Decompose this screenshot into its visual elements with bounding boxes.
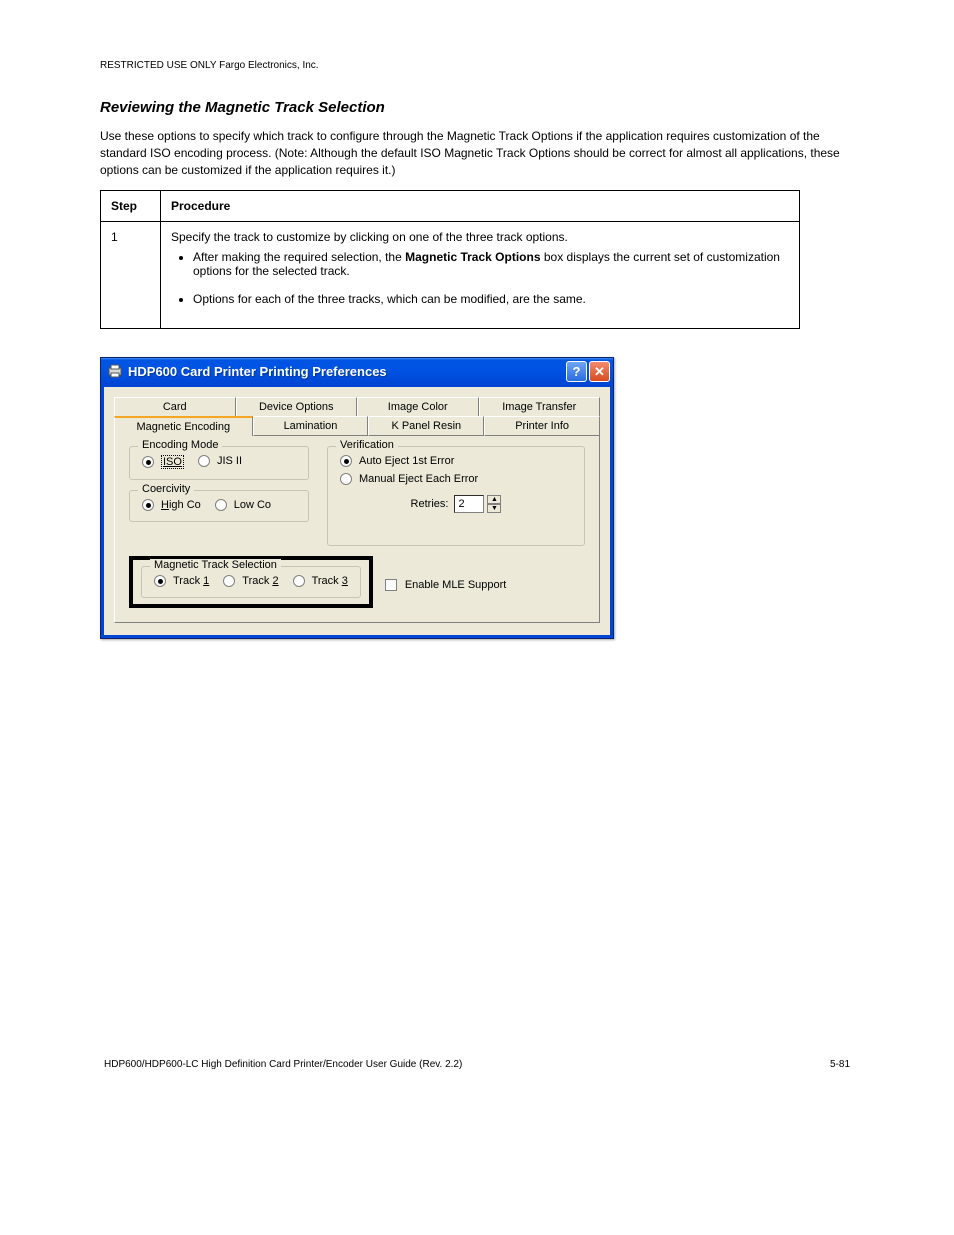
radio-track-3[interactable]: Track 3 — [293, 575, 348, 587]
track2-text: Track — [242, 575, 272, 587]
tab-device-options[interactable]: Device Options — [236, 397, 358, 416]
track-selection-group: Magnetic Track Selection Track 1 — [141, 566, 361, 598]
printer-icon — [107, 363, 123, 379]
radio-icon — [293, 575, 305, 587]
encoding-mode-legend: Encoding Mode — [138, 439, 222, 451]
radio-icon — [223, 575, 235, 587]
encoding-mode-group: Encoding Mode ISO JIS II — [129, 446, 309, 480]
checkbox-icon — [385, 579, 397, 591]
page-header-text: RESTRICTED USE ONLY Fargo Electronics, I… — [100, 60, 854, 71]
track1-num: 1 — [203, 575, 209, 587]
retries-stepper[interactable]: ▲ ▼ — [487, 495, 501, 513]
enable-mle-label: Enable MLE Support — [405, 579, 507, 591]
retries-label: Retries: — [411, 498, 449, 510]
highlight-box: Magnetic Track Selection Track 1 — [129, 556, 373, 608]
verification-legend: Verification — [336, 439, 398, 451]
tab-card[interactable]: Card — [114, 397, 236, 416]
radio-manual-eject-label: Manual Eject Each Error — [359, 473, 478, 485]
table-row: 1 Specify the track to customize by clic… — [101, 222, 800, 329]
radio-icon — [142, 499, 154, 511]
titlebar[interactable]: HDP600 Card Printer Printing Preferences… — [101, 358, 613, 384]
radio-icon — [340, 473, 352, 485]
radio-icon — [142, 456, 154, 468]
procedure-table: Step Procedure 1 Specify the track to cu… — [100, 190, 800, 329]
radio-iso[interactable]: ISO — [142, 455, 184, 469]
radio-jis-label: JIS II — [217, 455, 242, 467]
bullet-1: After making the required selection, the… — [193, 250, 789, 278]
radio-icon — [340, 455, 352, 467]
radio-manual-eject[interactable]: Manual Eject Each Error — [340, 473, 572, 485]
tab-magnetic-encoding[interactable]: Magnetic Encoding — [114, 416, 253, 436]
radio-icon — [154, 575, 166, 587]
radio-jis[interactable]: JIS II — [198, 455, 242, 467]
window-title: HDP600 Card Printer Printing Preferences — [128, 364, 566, 379]
radio-track-1[interactable]: Track 1 — [154, 575, 209, 587]
radio-icon — [215, 499, 227, 511]
coercivity-group: Coercivity High Co Low Co — [129, 490, 309, 522]
footer-right: 5-81 — [830, 1059, 850, 1070]
help-icon: ? — [573, 365, 581, 378]
radio-icon — [198, 455, 210, 467]
intro-paragraph: Use these options to specify which track… — [100, 128, 854, 178]
track3-text: Track — [312, 575, 342, 587]
close-button[interactable]: ✕ — [589, 361, 610, 382]
radio-low-co-label: Low Co — [234, 499, 271, 511]
section-title: Reviewing the Magnetic Track Selection — [100, 99, 854, 116]
bullet-2: Options for each of the three tracks, wh… — [193, 292, 789, 306]
radio-track-2[interactable]: Track 2 — [223, 575, 278, 587]
dialog-window: HDP600 Card Printer Printing Preferences… — [100, 357, 614, 639]
step-cell: 1 — [101, 222, 161, 329]
proc-intro: Specify the track to customize by clicki… — [171, 230, 568, 244]
stepper-up-icon: ▲ — [487, 495, 501, 504]
table-header-step: Step — [101, 191, 161, 222]
footer-left: HDP600/HDP600-LC High Definition Card Pr… — [104, 1059, 462, 1070]
bullet1-prefix: After making the required selection, the — [193, 250, 405, 264]
radio-high-co[interactable]: High Co — [142, 499, 201, 511]
tab-image-color[interactable]: Image Color — [357, 397, 479, 416]
radio-iso-label: ISO — [163, 456, 182, 468]
table-header-procedure: Procedure — [161, 191, 800, 222]
close-icon: ✕ — [594, 365, 605, 378]
help-button[interactable]: ? — [566, 361, 587, 382]
radio-low-co[interactable]: Low Co — [215, 499, 271, 511]
coercivity-legend: Coercivity — [138, 483, 194, 495]
track-selection-legend: Magnetic Track Selection — [150, 559, 281, 571]
tab-printer-info[interactable]: Printer Info — [484, 416, 600, 436]
stepper-down-icon: ▼ — [487, 504, 501, 513]
track3-num: 3 — [342, 575, 348, 587]
retries-input[interactable]: 2 — [454, 495, 484, 513]
radio-auto-eject-label: Auto Eject 1st Error — [359, 455, 454, 467]
track1-text: Track — [173, 575, 203, 587]
page-footer: HDP600/HDP600-LC High Definition Card Pr… — [100, 1059, 854, 1070]
radio-auto-eject[interactable]: Auto Eject 1st Error — [340, 455, 572, 467]
procedure-cell: Specify the track to customize by clicki… — [161, 222, 800, 329]
bullet1-bold: Magnetic Track Options — [405, 250, 540, 264]
radio-high-co-label: igh Co — [169, 499, 201, 511]
tab-lamination[interactable]: Lamination — [253, 416, 369, 436]
tab-k-panel-resin[interactable]: K Panel Resin — [368, 416, 484, 436]
verification-group: Verification Auto Eject 1st Error — [327, 446, 585, 546]
enable-mle-checkbox[interactable]: Enable MLE Support — [385, 579, 507, 591]
tab-image-transfer[interactable]: Image Transfer — [479, 397, 601, 416]
track2-num: 2 — [272, 575, 278, 587]
